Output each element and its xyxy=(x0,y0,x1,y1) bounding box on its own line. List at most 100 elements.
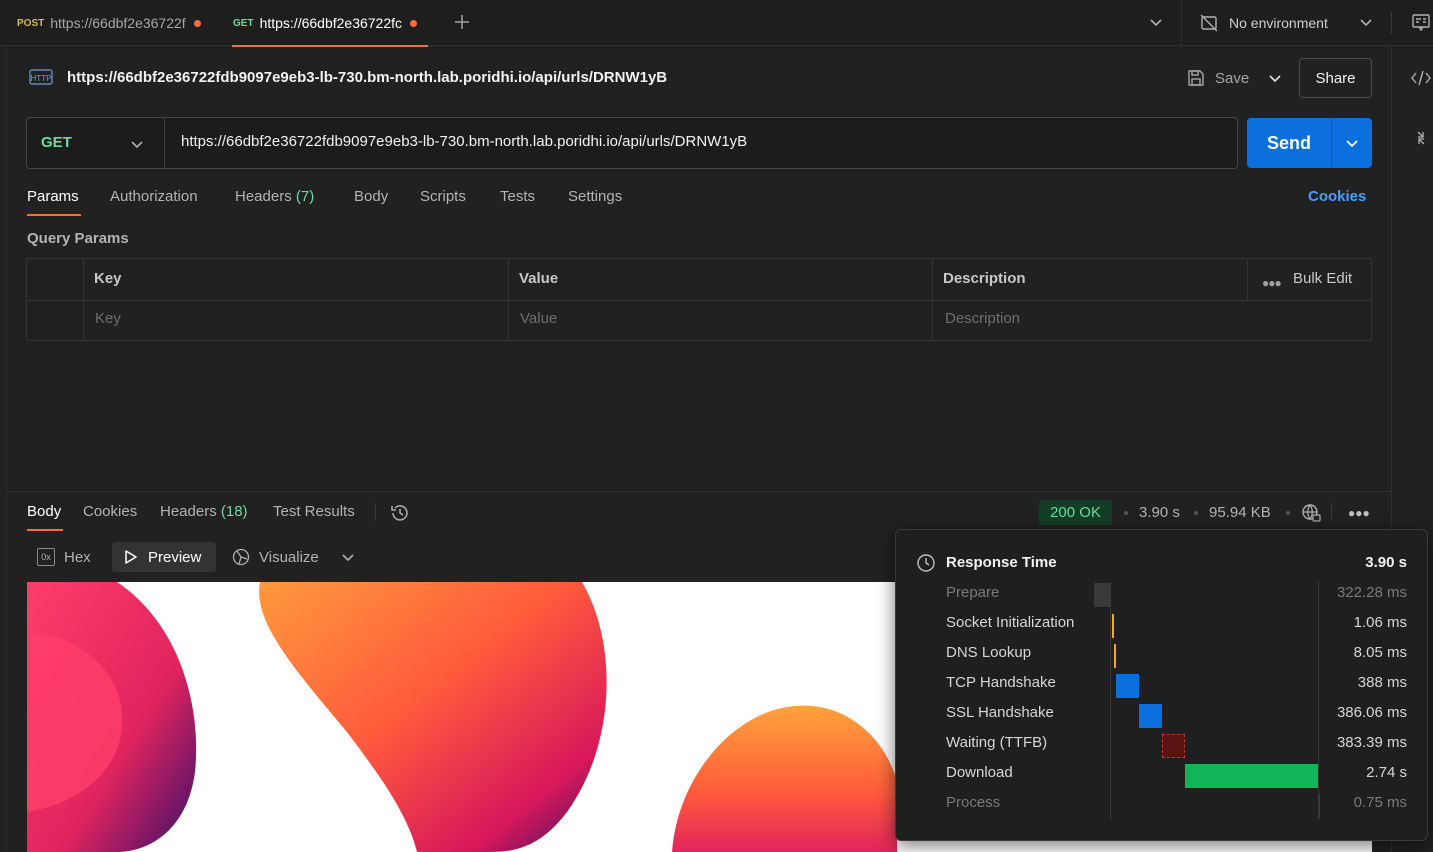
column-header-value: Value xyxy=(519,270,559,287)
save-button[interactable]: Save xyxy=(1186,66,1249,90)
hex-view-button[interactable]: 0x Hex xyxy=(37,547,91,567)
visualize-label: Visualize xyxy=(259,548,319,566)
tab-settings[interactable]: Settings xyxy=(568,188,622,205)
phase-label-download: Download xyxy=(946,764,1013,781)
timeline-bar-prepare xyxy=(1094,583,1111,607)
timeline-bar-waiting-ttfb xyxy=(1162,734,1185,758)
param-description-input[interactable]: Description xyxy=(945,310,1020,327)
visualize-button[interactable]: Visualize xyxy=(231,546,319,568)
timeline-end-line xyxy=(1318,582,1319,820)
phase-value-dns-lookup: 8.05 ms xyxy=(1353,644,1407,661)
tab-params[interactable]: Params xyxy=(27,188,79,205)
tab-body-label: Body xyxy=(354,188,389,205)
column-header-description: Description xyxy=(943,270,1026,287)
query-params-heading: Query Params xyxy=(27,230,129,247)
request-response-splitter[interactable] xyxy=(7,491,1391,492)
related-collections-icon[interactable] xyxy=(1410,128,1432,148)
tab-body[interactable]: Body xyxy=(354,188,388,205)
column-divider xyxy=(1247,259,1248,300)
column-divider xyxy=(83,259,84,340)
visualize-chevron-down-icon[interactable] xyxy=(339,548,357,566)
phase-label-socket-init: Socket Initialization xyxy=(946,614,1075,631)
divider xyxy=(1391,12,1392,34)
response-tab-headers[interactable]: Headers (18) xyxy=(160,503,248,520)
response-tab-cookies-label: Cookies xyxy=(83,503,138,520)
phase-value-ssl-handshake: 386.06 ms xyxy=(1336,704,1407,721)
more-options-icon[interactable]: ●●● xyxy=(1348,506,1370,520)
url-input[interactable]: https://66dbf2e36722fdb9097e9eb3-lb-730.… xyxy=(181,133,1221,150)
network-globe-icon[interactable] xyxy=(1300,502,1322,524)
column-options-more-icon[interactable]: ●●● xyxy=(1262,276,1282,290)
tab-tests-label: Tests xyxy=(500,188,536,205)
response-tab-body[interactable]: Body xyxy=(27,503,61,520)
timeline-bar-socket-init xyxy=(1112,614,1114,638)
send-button[interactable]: Send xyxy=(1247,118,1331,168)
unsaved-dot-icon xyxy=(193,19,201,27)
phase-label-ssl-handshake: SSL Handshake xyxy=(946,704,1054,721)
request-tab-post[interactable]: POST https://66dbf2e36722f xyxy=(17,0,222,46)
tab-tests[interactable]: Tests xyxy=(500,188,535,205)
hex-label: Hex xyxy=(64,548,91,566)
column-divider xyxy=(932,259,933,340)
hex-icon: 0x xyxy=(37,548,55,566)
status-badge[interactable]: 200 OK xyxy=(1039,500,1112,525)
timeline-bar-download xyxy=(1185,764,1318,788)
left-sidebar-edge xyxy=(6,47,7,852)
environment-selector[interactable]: No environment xyxy=(1199,11,1328,35)
response-tab-cookies[interactable]: Cookies xyxy=(83,503,137,520)
phase-value-waiting-ttfb: 383.39 ms xyxy=(1336,734,1407,751)
cookies-link[interactable]: Cookies xyxy=(1308,188,1366,205)
phase-value-socket-init: 1.06 ms xyxy=(1353,614,1407,631)
tab-headers[interactable]: Headers (7) xyxy=(235,188,314,205)
tab-method-badge: GET xyxy=(233,17,254,29)
tab-scripts[interactable]: Scripts xyxy=(420,188,466,205)
code-snippet-icon[interactable] xyxy=(1410,68,1432,88)
divider xyxy=(1331,503,1332,521)
svg-text:HTTP: HTTP xyxy=(31,74,52,83)
separator-dot xyxy=(1286,511,1290,515)
environment-chevron-down-icon[interactable] xyxy=(1357,13,1375,31)
method-chevron-down-icon[interactable] xyxy=(128,135,146,153)
response-size-value[interactable]: 95.94 KB xyxy=(1209,504,1271,521)
history-icon[interactable] xyxy=(389,502,411,524)
active-tab-indicator xyxy=(232,45,428,47)
tab-authorization-label: Authorization xyxy=(110,188,198,205)
phase-value-download: 2.74 s xyxy=(1366,764,1407,781)
play-icon xyxy=(125,550,137,564)
response-tab-test-results[interactable]: Test Results xyxy=(273,503,355,520)
environment-label: No environment xyxy=(1229,15,1328,31)
save-label: Save xyxy=(1215,69,1250,87)
preview-button[interactable]: Preview xyxy=(112,542,216,572)
request-title[interactable]: https://66dbf2e36722fdb9097e9eb3-lb-730.… xyxy=(67,69,667,86)
param-value-input[interactable]: Value xyxy=(520,310,557,327)
phase-label-tcp-handshake: TCP Handshake xyxy=(946,674,1056,691)
share-button[interactable]: Share xyxy=(1299,58,1372,98)
tab-authorization[interactable]: Authorization xyxy=(110,188,198,205)
timeline-bar-process xyxy=(1318,794,1320,818)
response-headers-count-badge: (18) xyxy=(220,503,248,520)
divider xyxy=(375,503,376,521)
new-tab-plus-icon[interactable] xyxy=(452,12,472,32)
phase-label-prepare: Prepare xyxy=(946,584,1000,601)
tab-headers-label: Headers xyxy=(235,188,292,205)
timeline-bar-dns-lookup xyxy=(1114,644,1116,668)
response-time-value[interactable]: 3.90 s xyxy=(1139,504,1180,521)
divider xyxy=(1181,0,1182,46)
request-tab-get[interactable]: GET https://66dbf2e36722fc xyxy=(233,0,433,46)
param-key-input[interactable]: Key xyxy=(95,310,121,327)
abstract-shape xyxy=(672,705,897,852)
phase-value-tcp-handshake: 388 ms xyxy=(1357,674,1407,691)
column-divider xyxy=(508,259,509,340)
table-row-divider xyxy=(27,300,1371,301)
tab-settings-label: Settings xyxy=(568,188,623,205)
headers-count-badge: (7) xyxy=(295,188,315,205)
tabs-overflow-chevron-down-icon[interactable] xyxy=(1147,13,1165,31)
environment-quick-look-icon[interactable] xyxy=(1411,12,1431,32)
response-time-title: Response Time xyxy=(946,554,1057,571)
save-options-chevron-down-icon[interactable] xyxy=(1266,69,1284,87)
bulk-edit-button[interactable]: Bulk Edit xyxy=(1293,270,1352,287)
send-options-chevron-down-icon[interactable] xyxy=(1343,134,1361,152)
method-selector[interactable]: GET xyxy=(41,134,72,151)
timeline-start-line xyxy=(1110,582,1111,820)
tab-scripts-label: Scripts xyxy=(420,188,466,205)
